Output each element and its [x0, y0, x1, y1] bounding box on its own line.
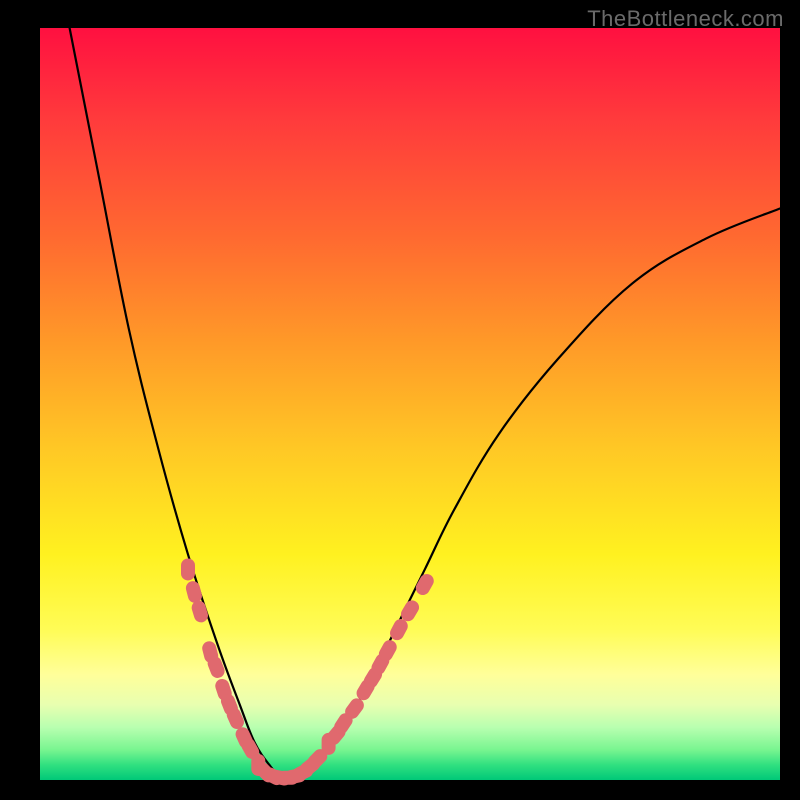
bottleneck-curve [70, 28, 780, 782]
chart-container: TheBottleneck.com [0, 0, 800, 800]
data-marker [181, 558, 195, 580]
curve-layer [70, 28, 780, 782]
data-marker [184, 580, 203, 605]
plot-area [40, 28, 780, 780]
data-marker [190, 599, 210, 624]
dots-layer [181, 558, 436, 787]
chart-svg [40, 28, 780, 780]
